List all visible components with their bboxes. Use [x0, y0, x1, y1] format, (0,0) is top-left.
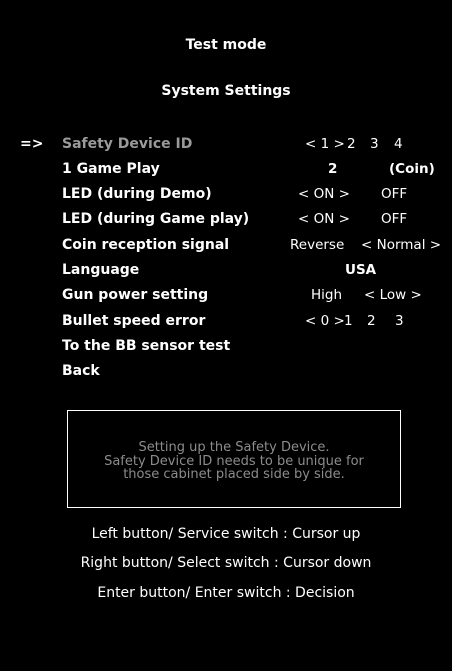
page-title: Test mode	[185, 37, 267, 53]
option-value[interactable]: < 0 >	[305, 313, 345, 329]
setting-label: 1 Game Play	[62, 161, 160, 177]
setting-row-gun-power[interactable]: Gun power setting High < Low >	[0, 287, 452, 309]
option-value[interactable]: < Low >	[364, 287, 422, 303]
setting-unit: (Coin)	[389, 161, 435, 177]
setting-label: Safety Device ID	[62, 136, 193, 152]
setting-row-led-demo[interactable]: LED (during Demo) < ON > OFF	[0, 186, 452, 208]
setting-label: LED (during Demo)	[62, 186, 212, 202]
setting-row-bullet-speed-error[interactable]: Bullet speed error < 0 > 1 2 3	[0, 313, 452, 335]
setting-row-coin-reception[interactable]: Coin reception signal Reverse < Normal >	[0, 237, 452, 259]
option-value[interactable]: < ON >	[298, 186, 350, 202]
option-value[interactable]: 3	[370, 136, 379, 152]
menu-item-label: Back	[62, 363, 100, 379]
cursor-arrow-icon: =>	[20, 136, 44, 152]
option-value[interactable]: High	[311, 287, 342, 303]
option-value[interactable]: 2	[367, 313, 376, 329]
setting-label: Bullet speed error	[62, 313, 206, 329]
setting-label: Gun power setting	[62, 287, 209, 303]
description-line: Setting up the Safety Device.	[138, 440, 330, 455]
option-value[interactable]: 2	[347, 136, 356, 152]
help-text-decision: Enter button/ Enter switch : Decision	[97, 585, 355, 601]
option-value[interactable]: OFF	[381, 211, 407, 227]
section-title: System Settings	[161, 83, 291, 99]
test-mode-screen: Test mode System Settings => Safety Devi…	[0, 0, 452, 671]
setting-row-language[interactable]: Language USA	[0, 262, 452, 284]
setting-label: Language	[62, 262, 140, 278]
option-value[interactable]: 1	[344, 313, 353, 329]
menu-item-back[interactable]: Back	[0, 363, 452, 385]
setting-label: LED (during Game play)	[62, 211, 250, 227]
menu-item-label: To the BB sensor test	[62, 338, 231, 354]
description-line: those cabinet placed side by side.	[123, 467, 345, 482]
option-value[interactable]: Reverse	[290, 237, 344, 253]
setting-value[interactable]: USA	[345, 262, 376, 278]
option-value[interactable]: OFF	[381, 186, 407, 202]
setting-row-led-game-play[interactable]: LED (during Game play) < ON > OFF	[0, 211, 452, 233]
option-value[interactable]: < Normal >	[361, 237, 441, 253]
help-text-cursor-down: Right button/ Select switch : Cursor dow…	[80, 555, 372, 571]
option-value[interactable]: < 1 >	[305, 136, 345, 152]
setting-row-safety-device-id[interactable]: => Safety Device ID < 1 > 2 3 4	[0, 136, 452, 158]
setting-label: Coin reception signal	[62, 237, 230, 253]
help-text-cursor-up: Left button/ Service switch : Cursor up	[91, 526, 361, 542]
option-value[interactable]: 3	[395, 313, 404, 329]
setting-row-game-play[interactable]: 1 Game Play 2 (Coin)	[0, 161, 452, 183]
description-box: Setting up the Safety Device. Safety Dev…	[67, 410, 401, 508]
setting-value[interactable]: 2	[328, 161, 337, 177]
menu-item-bb-sensor-test[interactable]: To the BB sensor test	[0, 338, 452, 360]
option-value[interactable]: 4	[394, 136, 403, 152]
option-value[interactable]: < ON >	[298, 211, 350, 227]
